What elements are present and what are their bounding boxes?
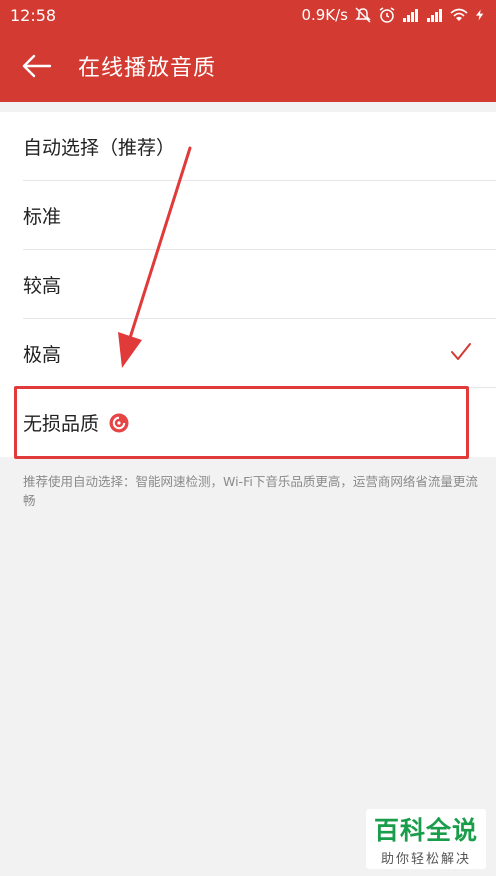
option-label: 自动选择（推荐）	[23, 137, 176, 159]
option-label: 较高	[23, 275, 62, 297]
network-speed: 0.9K/s	[301, 6, 348, 24]
alarm-icon	[379, 7, 395, 23]
page-title: 在线播放音质	[78, 56, 217, 81]
watermark-title: 百科全说	[373, 816, 478, 845]
watermark-logo: 百科全说 助你轻松解决	[366, 809, 486, 869]
signal-icon	[403, 9, 418, 22]
option-very-high[interactable]: 极高	[0, 319, 496, 388]
charging-icon	[476, 9, 484, 21]
annotation-highlight-box	[14, 386, 469, 459]
status-icons: 0.9K/s	[301, 6, 486, 24]
status-bar: 12:58 0.9K/s	[0, 0, 496, 30]
back-button[interactable]	[0, 30, 78, 102]
option-high[interactable]: 较高	[0, 250, 496, 319]
option-label: 标准	[23, 206, 62, 228]
option-label: 极高	[23, 344, 62, 366]
option-standard[interactable]: 标准	[0, 181, 496, 250]
mute-icon	[355, 7, 371, 23]
option-auto[interactable]: 自动选择（推荐）	[0, 112, 496, 181]
wifi-icon	[450, 8, 468, 21]
back-arrow-icon	[22, 54, 52, 78]
watermark-subtitle: 助你轻松解决	[380, 852, 471, 867]
check-icon	[451, 343, 471, 360]
signal-icon	[427, 9, 442, 22]
app-bar: 在线播放音质	[0, 30, 496, 102]
hint-text: 推荐使用自动选择：智能网速检测，Wi-Fi下音乐品质更高，运营商网络省流量更流畅	[23, 474, 478, 508]
status-time: 12:58	[10, 5, 57, 25]
